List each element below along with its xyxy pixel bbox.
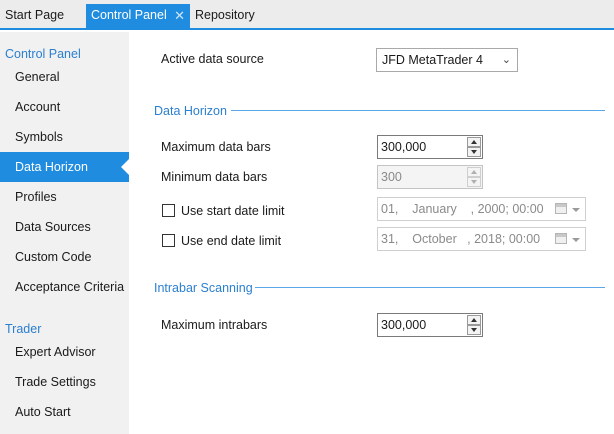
spin-down-icon [467, 177, 481, 187]
max-intrabars-value[interactable]: 300,000 [381, 314, 426, 336]
use-end-date-label: Use end date limit [181, 234, 282, 248]
spin-buttons [467, 315, 481, 335]
tab-repository[interactable]: Repository [190, 4, 270, 28]
sidebar-item-auto-start[interactable]: Auto Start [0, 397, 129, 427]
use-start-date-checkbox[interactable] [162, 204, 175, 217]
spin-up-icon[interactable] [467, 137, 481, 147]
sidebar-group-trader: Trader [5, 322, 42, 336]
end-date-value: 31, October , 2018; 00:00 [381, 232, 541, 246]
start-date-value: 01, January , 2000; 00:00 [381, 202, 544, 216]
sidebar-item-data-sources[interactable]: Data Sources [0, 212, 129, 242]
calendar-icon [555, 233, 567, 244]
active-data-source-select[interactable]: JFD MetaTrader 4 ⌄ [376, 48, 518, 72]
min-data-bars-stepper: 300 [377, 165, 483, 189]
data-horizon-section-title: Data Horizon [154, 104, 227, 118]
sidebar-item-account[interactable]: Account [0, 92, 129, 122]
spin-buttons [467, 167, 481, 187]
min-data-bars-label: Minimum data bars [161, 170, 268, 184]
section-divider [255, 287, 605, 288]
max-intrabars-stepper[interactable]: 300,000 [377, 313, 483, 337]
sidebar-item-expert-advisor[interactable]: Expert Advisor [0, 337, 129, 367]
sidebar-item-symbols[interactable]: Symbols [0, 122, 129, 152]
calendar-icon [555, 203, 567, 214]
max-data-bars-stepper[interactable]: 300,000 [377, 135, 483, 159]
sidebar-item-trade-settings[interactable]: Trade Settings [0, 367, 129, 397]
end-date-picker: 31, October , 2018; 00:00 [377, 227, 586, 251]
sidebar-item-data-horizon[interactable]: Data Horizon [0, 152, 129, 182]
max-data-bars-value[interactable]: 300,000 [381, 136, 426, 158]
min-data-bars-value: 300 [381, 170, 402, 184]
spin-down-icon[interactable] [467, 147, 481, 157]
spin-buttons [467, 137, 481, 157]
tab-start-page[interactable]: Start Page [0, 4, 84, 28]
sidebar-item-profiles[interactable]: Profiles [0, 182, 129, 212]
chevron-down-icon [572, 208, 580, 212]
tab-bar: Start Page Control Panel ✕ Repository [0, 0, 614, 30]
sidebar-group-control-panel: Control Panel [5, 47, 81, 61]
sidebar-item-custom-code[interactable]: Custom Code [0, 242, 129, 272]
section-divider [231, 110, 605, 111]
max-intrabars-label: Maximum intrabars [161, 318, 268, 332]
active-data-source-value: JFD MetaTrader 4 [382, 53, 483, 67]
chevron-down-icon: ⌄ [501, 54, 511, 66]
max-data-bars-label: Maximum data bars [161, 140, 271, 154]
close-icon[interactable]: ✕ [174, 4, 185, 27]
chevron-down-icon [572, 238, 580, 242]
tab-control-panel-label: Control Panel [91, 8, 167, 22]
tab-control-panel[interactable]: Control Panel ✕ [86, 4, 190, 28]
use-end-date-checkbox[interactable] [162, 234, 175, 247]
spin-up-icon[interactable] [467, 315, 481, 325]
start-date-picker: 01, January , 2000; 00:00 [377, 197, 586, 221]
intrabar-scanning-section-title: Intrabar Scanning [154, 281, 253, 295]
sidebar-item-general[interactable]: General [0, 62, 129, 92]
spin-up-icon [467, 167, 481, 177]
data-horizon-panel: Active data source JFD MetaTrader 4 ⌄ Da… [129, 32, 614, 434]
sidebar-item-acceptance-criteria[interactable]: Acceptance Criteria [0, 272, 129, 302]
active-data-source-label: Active data source [161, 52, 264, 66]
sidebar: Control Panel General Account Symbols Da… [0, 32, 129, 434]
spin-down-icon[interactable] [467, 325, 481, 335]
use-start-date-label: Use start date limit [181, 204, 285, 218]
